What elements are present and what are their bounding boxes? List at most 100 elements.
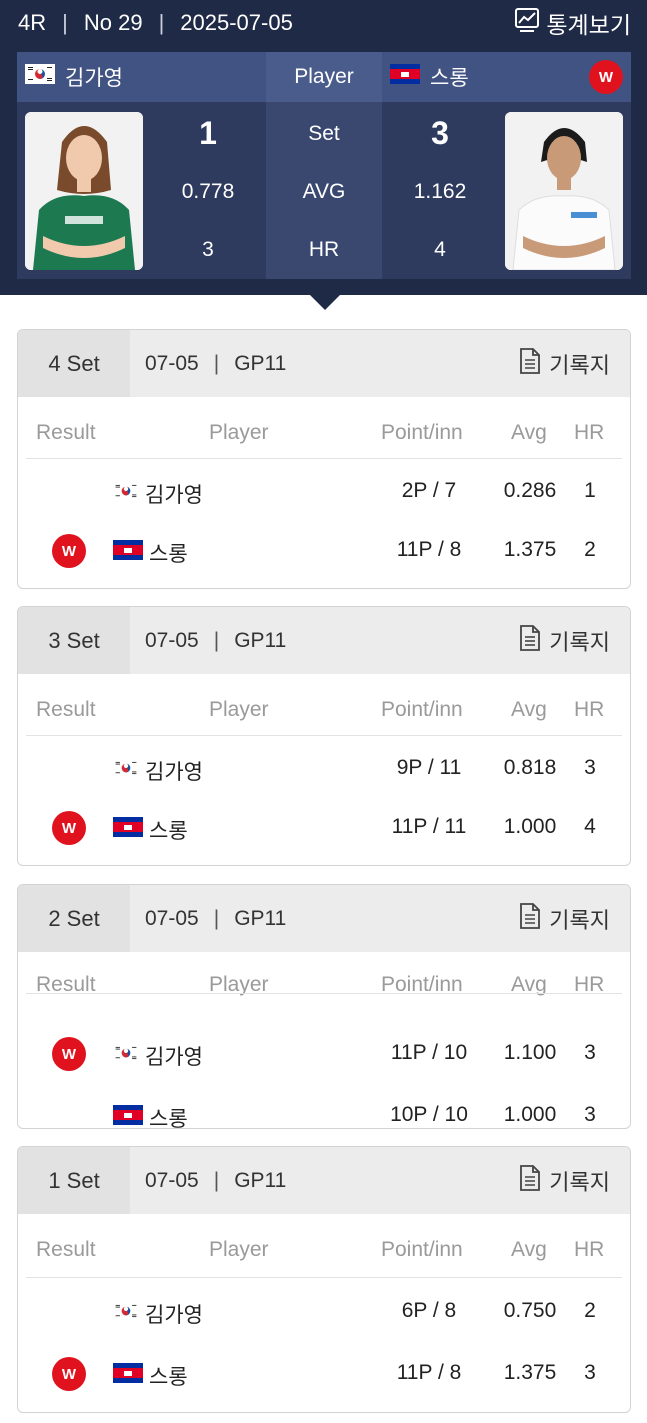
cambodia-flag-icon xyxy=(113,1105,143,1128)
record-sheet-button[interactable]: 기록지 xyxy=(519,330,610,397)
korea-flag-icon xyxy=(113,759,139,783)
row-hr: 3 xyxy=(584,1361,596,1384)
col-avg: Avg xyxy=(511,1238,547,1261)
row-hr: 2 xyxy=(584,1299,596,1322)
col-player: Player xyxy=(209,1238,269,1261)
row-player[interactable]: 스롱 xyxy=(113,1103,188,1129)
set-card-2: 2 Set 07-05 | GP11 기록지 Result Player Poi… xyxy=(17,884,631,1129)
row-player-name: 김가영 xyxy=(145,1304,203,1327)
record-sheet-label: 기록지 xyxy=(549,352,610,378)
set-date: 07-05 xyxy=(145,628,199,652)
set-venue: GP11 xyxy=(234,1168,287,1192)
cambodia-flag-icon xyxy=(113,540,143,566)
col-point: Point/inn xyxy=(381,421,463,444)
match-number: No 29 xyxy=(83,10,143,35)
separator: | xyxy=(213,1168,220,1192)
set-title: 4 Set xyxy=(18,330,130,397)
set-info: 07-05 | GP11 xyxy=(145,330,286,397)
document-icon xyxy=(519,902,549,935)
set-date: 07-05 xyxy=(145,351,199,375)
left-player-name[interactable]: 김가영 xyxy=(25,52,123,102)
set-venue: GP11 xyxy=(234,628,287,652)
row-player-name: 김가영 xyxy=(145,1046,203,1069)
row-hr: 3 xyxy=(584,756,596,779)
record-sheet-button[interactable]: 기록지 xyxy=(519,607,610,674)
col-point: Point/inn xyxy=(381,1238,463,1261)
right-avg: 1.162 xyxy=(413,179,467,203)
record-sheet-button[interactable]: 기록지 xyxy=(519,1147,610,1214)
hr-label: HR xyxy=(308,237,340,261)
row-hr: 2 xyxy=(584,538,596,561)
row-player[interactable]: 김가영 xyxy=(113,1041,203,1071)
row-player[interactable]: 김가영 xyxy=(113,1299,203,1329)
pointer-arrow xyxy=(309,294,341,310)
document-icon xyxy=(519,1164,549,1197)
match-header: 4R | No 29 | 2025-07-05 통계보기 김가영 Player … xyxy=(0,0,647,295)
scoreboard: 김가영 Player 스롱 W 1 Set 3 0.778 AVG 1.162 … xyxy=(17,52,631,279)
set-info: 07-05 | GP11 xyxy=(145,1147,286,1214)
cambodia-flag-icon xyxy=(113,1363,143,1389)
left-hr: 3 xyxy=(202,237,214,261)
row-player[interactable]: 스롱 xyxy=(113,538,188,568)
winner-badge: W xyxy=(589,60,623,94)
col-hr: HR xyxy=(574,421,605,444)
right-hr: 4 xyxy=(434,237,446,261)
header-divider xyxy=(26,458,622,459)
row-player-name: 스롱 xyxy=(149,1108,188,1129)
row-player[interactable]: 스롱 xyxy=(113,1361,188,1391)
player-name-text: 스롱 xyxy=(430,67,469,90)
match-date: 2025-07-05 xyxy=(180,10,293,35)
row-player[interactable]: 스롱 xyxy=(113,815,188,845)
separator: | xyxy=(213,628,220,652)
winner-badge: W xyxy=(52,534,86,568)
record-sheet-label: 기록지 xyxy=(549,629,610,655)
col-avg: Avg xyxy=(511,698,547,721)
set-card-1: 1 Set 07-05 | GP11 기록지 Result Player Poi… xyxy=(17,1146,631,1413)
col-result: Result xyxy=(36,698,96,721)
separator: | xyxy=(213,906,220,930)
record-sheet-button[interactable]: 기록지 xyxy=(519,885,610,952)
set-title: 1 Set xyxy=(18,1147,130,1214)
record-sheet-label: 기록지 xyxy=(549,1169,610,1195)
winner-badge: W xyxy=(52,811,86,845)
winner-badge: W xyxy=(52,1357,86,1391)
set-date: 07-05 xyxy=(145,1168,199,1192)
col-result: Result xyxy=(36,1238,96,1261)
right-player-name[interactable]: 스롱 xyxy=(390,52,469,102)
avg-label: AVG xyxy=(302,179,346,203)
col-player: Player xyxy=(209,421,269,444)
set-card-3: 3 Set 07-05 | GP11 기록지 Result Player Poi… xyxy=(17,606,631,866)
header-divider xyxy=(26,1277,622,1278)
separator: | xyxy=(158,10,165,35)
col-result: Result xyxy=(36,421,96,444)
cambodia-flag-icon xyxy=(390,64,420,90)
row-player-name: 스롱 xyxy=(149,543,188,566)
korea-flag-icon xyxy=(113,1302,139,1326)
row-hr: 4 xyxy=(584,815,596,838)
row-hr: 3 xyxy=(584,1103,596,1126)
row-player[interactable]: 김가영 xyxy=(113,479,203,509)
set-venue: GP11 xyxy=(234,906,287,930)
document-icon xyxy=(519,624,549,657)
col-hr: HR xyxy=(574,1238,605,1261)
col-player: Player xyxy=(209,698,269,721)
chart-icon xyxy=(514,7,546,39)
left-set-score: 1 xyxy=(199,115,217,151)
record-sheet-label: 기록지 xyxy=(549,907,610,933)
set-title: 2 Set xyxy=(18,885,130,952)
stats-button[interactable]: 통계보기 xyxy=(514,7,631,39)
cambodia-flag-icon xyxy=(113,817,143,843)
row-player[interactable]: 김가영 xyxy=(113,756,203,786)
player-column-label: Player xyxy=(294,65,354,88)
row-player-name: 스롱 xyxy=(149,820,188,843)
col-point: Point/inn xyxy=(381,698,463,721)
korea-flag-icon xyxy=(113,1044,139,1068)
player-name-text: 김가영 xyxy=(65,67,123,90)
document-icon xyxy=(519,347,549,380)
header-divider xyxy=(26,735,622,736)
set-card-header: 3 Set 07-05 | GP11 기록지 xyxy=(18,607,630,674)
set-card-header: 4 Set 07-05 | GP11 기록지 xyxy=(18,330,630,397)
separator: | xyxy=(213,351,220,375)
row-player-name: 김가영 xyxy=(145,484,203,507)
separator: | xyxy=(62,10,68,35)
